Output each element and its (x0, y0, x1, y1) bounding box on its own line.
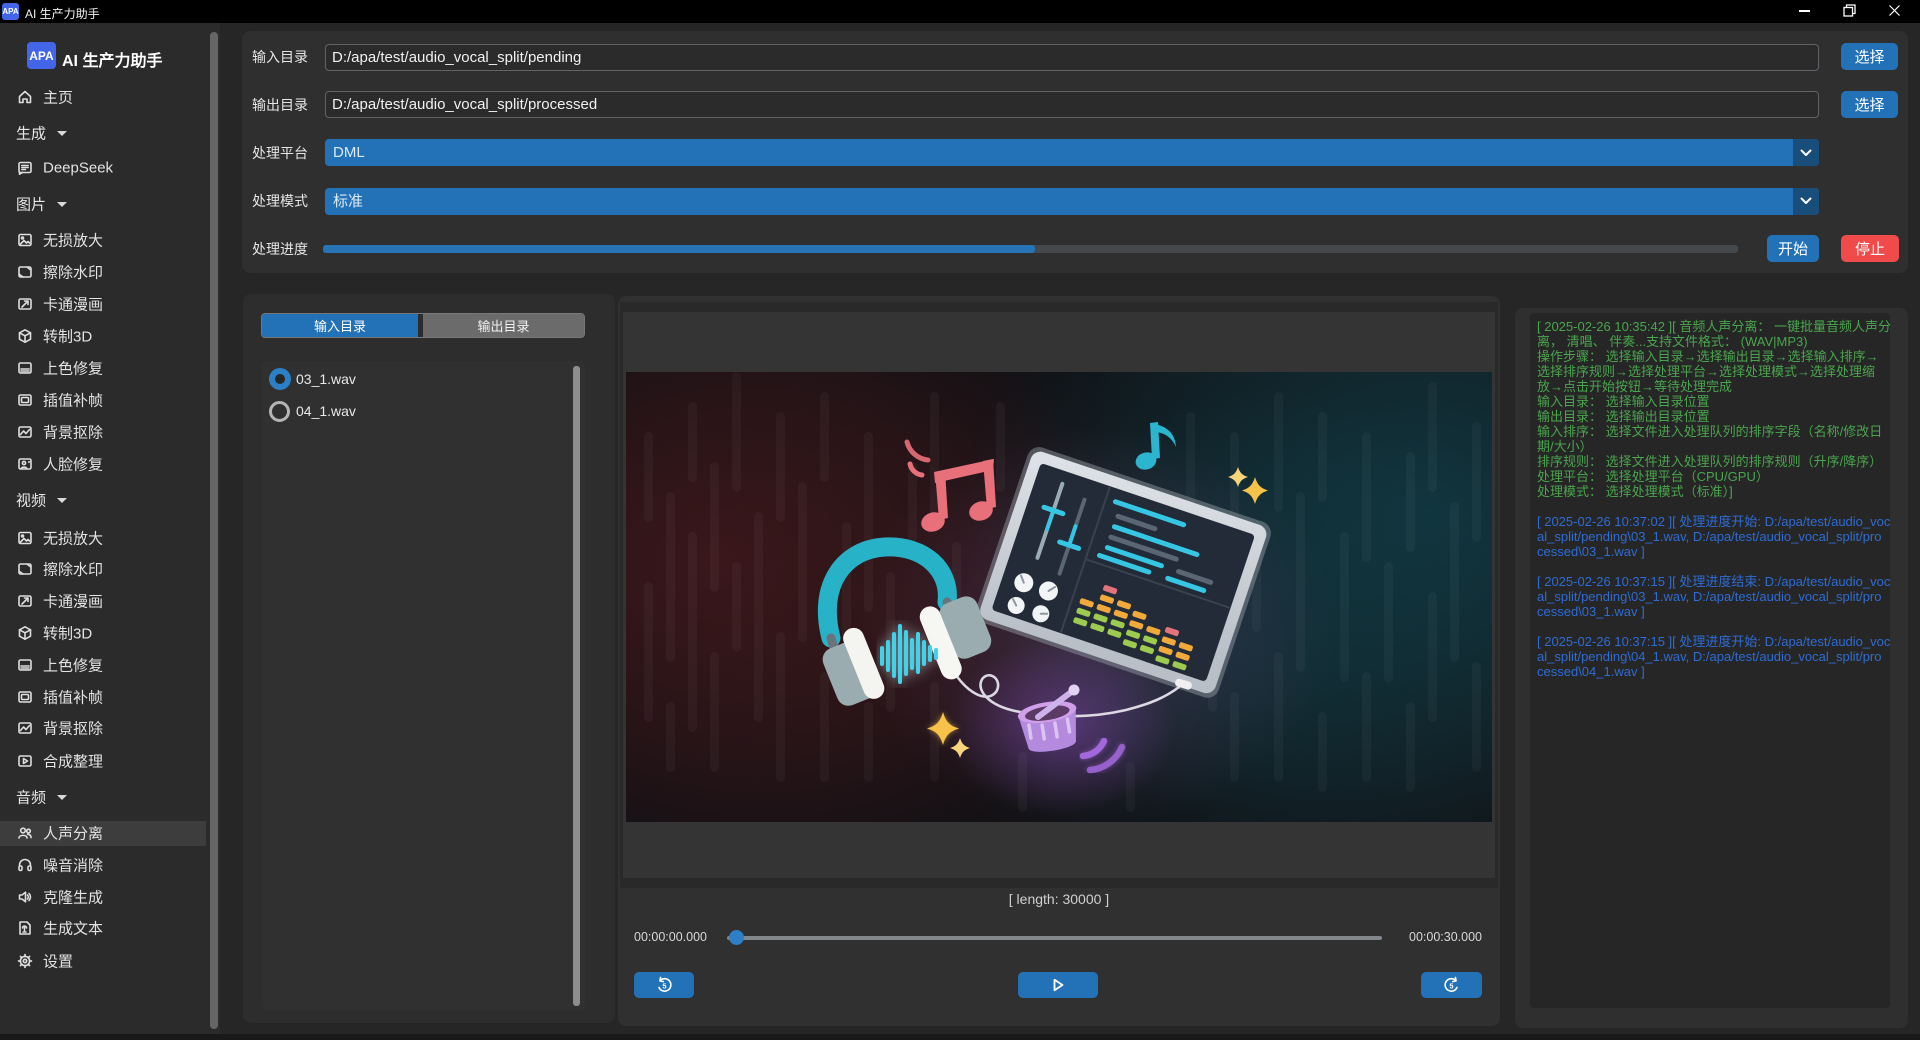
svg-text:5: 5 (662, 981, 666, 990)
svg-text:5: 5 (1449, 981, 1453, 990)
